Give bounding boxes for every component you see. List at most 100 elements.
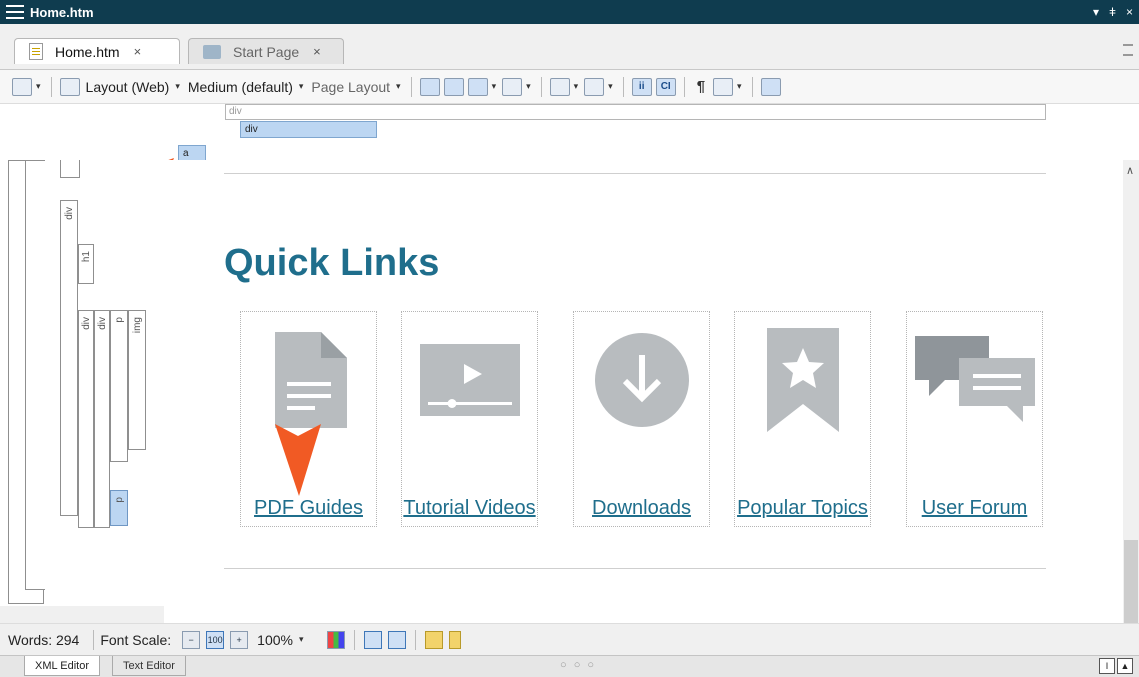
insert-link-icon[interactable]	[419, 77, 440, 96]
horizontal-ruler-icon[interactable]	[424, 630, 443, 649]
insert-snippet-dropdown-icon[interactable]: ▾	[526, 81, 531, 92]
quick-link-pdf-guides[interactable]: PDF Guides	[241, 497, 376, 520]
preview-icon[interactable]	[12, 77, 32, 96]
expand-panel-icon[interactable]: ▲	[1117, 658, 1133, 674]
insert-variable-icon[interactable]	[584, 77, 605, 96]
quick-link-card-popular-topics[interactable]: Popular Topics	[734, 311, 871, 527]
tab-list-menu-icon[interactable]	[1123, 44, 1133, 56]
structure-bar-left: div h1 div div p img p	[0, 160, 178, 606]
show-hide-dropdown-icon[interactable]: ▾	[737, 81, 742, 92]
pointer-arrow-icon	[275, 424, 321, 496]
window-title-bar: Home.htm ▾ ǂ ×	[0, 0, 1139, 24]
show-left-structure-bar-icon[interactable]	[363, 630, 382, 649]
insert-image-dropdown-icon[interactable]: ▾	[492, 81, 497, 92]
close-window-icon[interactable]: ×	[1126, 5, 1133, 19]
toolbar-separator	[540, 76, 542, 97]
editor-toolbar: ▾ Layout (Web) ▾ Medium (default) ▾ Page…	[0, 70, 1139, 104]
toolbar-separator	[50, 76, 52, 97]
medium-icon[interactable]	[59, 77, 80, 96]
tab-start-page[interactable]: Start Page ×	[188, 38, 344, 64]
structure-bracket-p[interactable]: p	[110, 310, 128, 462]
toggle-structure-bars-icon[interactable]	[760, 77, 781, 96]
quick-link-user-forum[interactable]: User Forum	[907, 497, 1042, 520]
show-hide-eye-icon[interactable]	[713, 77, 734, 96]
toolbar-separator	[410, 76, 412, 97]
window-title: Home.htm	[30, 4, 94, 20]
medium-dropdown-icon[interactable]: ▾	[299, 81, 304, 92]
quick-link-card-pdf-guides[interactable]: PDF Guides	[240, 311, 377, 527]
scroll-up-icon[interactable]: ∧	[1126, 164, 1134, 177]
html-file-icon	[29, 43, 43, 60]
window-dropdown-icon[interactable]: ▾	[1093, 5, 1099, 19]
bracket-label-div: div	[64, 207, 75, 220]
vertical-ruler-icon[interactable]	[448, 630, 461, 649]
editor-content-area[interactable]: Quick Links PDF Guides Tutorial Videos D…	[164, 160, 1123, 623]
horizontal-rule	[224, 568, 1046, 569]
editor-mode-tabs: XML Editor Text Editor ○ ○ ○ I ▲	[0, 655, 1139, 677]
scrollbar-thumb[interactable]	[1124, 540, 1138, 626]
insert-field-icon[interactable]	[549, 77, 570, 96]
quick-link-tutorial-videos[interactable]: Tutorial Videos	[402, 497, 537, 520]
insert-snippet-icon[interactable]	[502, 77, 523, 96]
vertical-scrollbar[interactable]: ∧ ∨	[1123, 160, 1139, 643]
splitter-grip-icon[interactable]: ○ ○ ○	[560, 659, 596, 671]
start-page-icon	[203, 44, 221, 59]
structure-bracket-small[interactable]	[60, 160, 80, 178]
tab-text-editor[interactable]: Text Editor	[112, 656, 186, 676]
structure-block-div-outer[interactable]: div	[225, 104, 1046, 120]
show-formatting-pilcrow-icon[interactable]: ¶	[697, 78, 705, 95]
show-top-structure-bar-icon[interactable]	[387, 630, 406, 649]
quick-link-downloads[interactable]: Downloads	[574, 497, 709, 520]
pin-icon[interactable]: ǂ	[1109, 5, 1116, 19]
bracket-label-p: p	[114, 317, 125, 323]
structure-bracket-div-2[interactable]: div	[78, 310, 94, 528]
medium-select[interactable]: Medium (default)	[188, 79, 293, 95]
insert-cross-reference-icon[interactable]	[443, 77, 464, 96]
bookmark-star-icon	[766, 328, 839, 432]
layout-web-select[interactable]: Layout (Web)	[86, 79, 170, 95]
insert-image-icon[interactable]	[467, 77, 488, 96]
hamburger-menu-icon[interactable]	[6, 5, 24, 19]
insert-variable-dropdown-icon[interactable]: ▾	[608, 81, 613, 92]
quick-link-card-downloads[interactable]: Downloads	[573, 311, 710, 527]
tab-home-close-icon[interactable]: ×	[134, 44, 142, 59]
show-colors-icon[interactable]	[326, 630, 345, 649]
structure-bracket-div[interactable]: div	[60, 200, 78, 516]
font-scale-increase-button[interactable]: +	[230, 630, 249, 649]
structure-bracket-img[interactable]: img	[128, 310, 146, 450]
preview-dropdown-icon[interactable]: ▾	[36, 81, 41, 92]
bracket-label-h1: h1	[81, 251, 92, 263]
zoom-dropdown-icon[interactable]: ▾	[299, 634, 304, 645]
bracket-label-div: div	[81, 317, 92, 330]
document-icon	[274, 332, 347, 428]
split-view-icon[interactable]: I	[1099, 658, 1115, 674]
structure-bar-top: div div a	[0, 104, 1139, 230]
structure-bracket-p-selected[interactable]: p	[110, 490, 128, 526]
zoom-level-select[interactable]: 100%	[257, 632, 293, 648]
page-layout-dropdown-icon[interactable]: ▾	[396, 81, 401, 92]
page-title: Quick Links	[224, 242, 440, 284]
font-scale-100-button[interactable]: 100	[206, 630, 225, 649]
structure-bracket-div-3[interactable]: div	[94, 310, 110, 528]
layout-dropdown-icon[interactable]: ▾	[175, 81, 180, 92]
insert-field-dropdown-icon[interactable]: ▾	[574, 81, 579, 92]
tab-xml-editor[interactable]: XML Editor	[24, 656, 101, 676]
tab-home[interactable]: Home.htm ×	[14, 38, 180, 64]
tab-home-label: Home.htm	[55, 43, 120, 60]
tab-start-page-close-icon[interactable]: ×	[313, 44, 321, 59]
structure-bracket-h1[interactable]: h1	[78, 244, 94, 284]
structure-block-div-inner[interactable]: div	[240, 121, 377, 138]
toolbar-separator	[622, 76, 624, 97]
status-bar: Words: 294 Font Scale: − 100 + 100% ▾	[0, 623, 1139, 655]
structure-bracket[interactable]	[25, 160, 45, 590]
quick-link-card-user-forum[interactable]: User Forum	[906, 311, 1043, 527]
insert-concept-button[interactable]: CI	[655, 77, 676, 96]
bracket-label-p: p	[114, 497, 125, 503]
page-layout-select[interactable]: Page Layout	[311, 79, 390, 95]
insert-index-button[interactable]: ii	[631, 77, 652, 96]
bracket-label-img: img	[132, 317, 143, 334]
font-scale-decrease-button[interactable]: −	[182, 630, 201, 649]
document-tab-strip: Home.htm × Start Page ×	[0, 24, 1139, 70]
quick-link-card-tutorial-videos[interactable]: Tutorial Videos	[401, 311, 538, 527]
quick-link-popular-topics[interactable]: Popular Topics	[735, 497, 870, 520]
